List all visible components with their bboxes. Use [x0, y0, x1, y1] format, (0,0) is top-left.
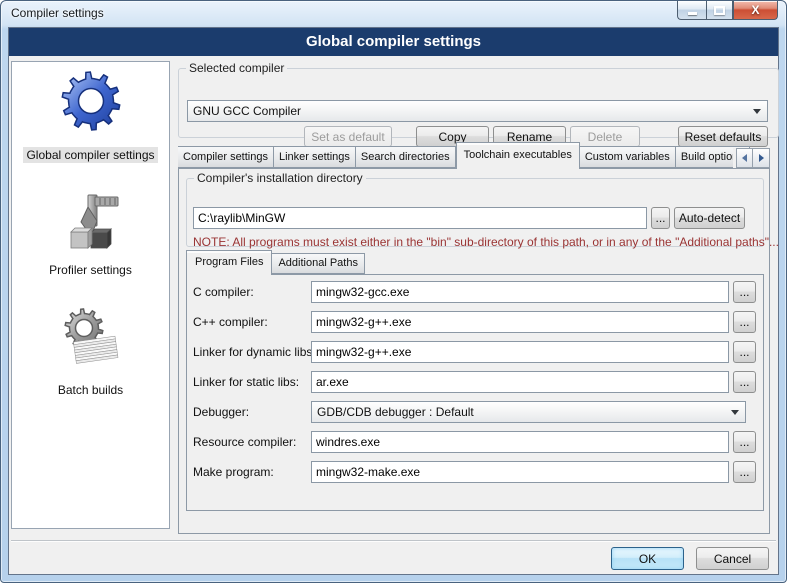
left-arrow-icon	[742, 154, 747, 162]
footer-separator	[11, 540, 776, 542]
sidebar-item-label: Batch builds	[55, 382, 126, 398]
footer-buttons: OK Cancel	[611, 547, 769, 570]
gear-stack-icon	[59, 307, 123, 371]
tab-custom-variables[interactable]: Custom variables	[580, 146, 676, 168]
minimize-button[interactable]	[677, 1, 706, 20]
linker-for-static-libs-input[interactable]	[311, 371, 729, 393]
install-dir-browse-button[interactable]: ...	[651, 207, 670, 229]
c-compiler-label: C++ compiler:	[193, 315, 311, 329]
subtab-additional-paths[interactable]: Additional Paths	[272, 253, 365, 274]
linker-for-dynamic-libs-browse-button[interactable]: ...	[733, 341, 756, 363]
auto-detect-button[interactable]: Auto-detect	[674, 207, 745, 229]
subtab-program-files[interactable]: Program Files	[186, 250, 272, 275]
selected-compiler-group: Selected compiler GNU GCC Compiler Set a…	[178, 61, 779, 138]
page-title: Global compiler settings	[9, 28, 778, 56]
sidebar: Global compiler settings Profiler setting…	[11, 61, 170, 529]
make-program-browse-button[interactable]: ...	[733, 461, 756, 483]
install-dir-legend: Compiler's installation directory	[194, 171, 366, 185]
caliper-icon	[58, 192, 122, 256]
tab-toolchain-executables[interactable]: Toolchain executables	[456, 142, 580, 169]
window-controls: X	[677, 1, 778, 20]
tab-linker-settings[interactable]: Linker settings	[274, 146, 356, 168]
debugger-select[interactable]: GDB/CDB debugger : Default	[311, 401, 746, 423]
compiler-select-value: GNU GCC Compiler	[193, 104, 301, 118]
compiler-select[interactable]: GNU GCC Compiler	[187, 100, 768, 122]
tab-compiler-settings[interactable]: Compiler settings	[178, 146, 274, 168]
linker-for-static-libs-browse-button[interactable]: ...	[733, 371, 756, 393]
c-compiler-browse-button[interactable]: ...	[733, 311, 756, 333]
sidebar-item-label: Profiler settings	[46, 262, 135, 278]
blue-gear-icon	[59, 68, 123, 132]
right-arrow-icon	[759, 154, 764, 162]
chevron-down-icon	[731, 410, 739, 415]
toolchain-rows: C compiler:...C++ compiler:...Linker for…	[186, 274, 764, 511]
field-row-c-compiler: C++ compiler:...	[193, 311, 756, 333]
debugger-label: Debugger:	[193, 405, 311, 419]
close-button[interactable]: X	[733, 1, 778, 20]
toolchain-panel: Compiler's installation directory ... Au…	[178, 168, 770, 534]
field-row-linker-for-dynamic-libs: Linker for dynamic libs:...	[193, 341, 756, 363]
install-dir-note: NOTE: All programs must exist either in …	[193, 235, 779, 249]
linker-for-static-libs-label: Linker for static libs:	[193, 375, 311, 389]
close-icon: X	[751, 4, 759, 16]
field-row-resource-compiler: Resource compiler:...	[193, 431, 756, 453]
window-title: Compiler settings	[11, 6, 104, 20]
make-program-input[interactable]	[311, 461, 729, 483]
field-row-make-program: Make program:...	[193, 461, 756, 483]
sidebar-item-batch-builds[interactable]: Batch builds	[55, 307, 126, 398]
program-files-tabstrip: Program FilesAdditional Paths	[186, 250, 365, 275]
sidebar-item-profiler-settings[interactable]: Profiler settings	[46, 192, 135, 278]
tab-scroll-left-button[interactable]	[736, 148, 753, 168]
minimize-icon	[688, 12, 697, 15]
field-row-linker-for-static-libs: Linker for static libs:...	[193, 371, 756, 393]
linker-for-dynamic-libs-input[interactable]	[311, 341, 729, 363]
install-dir-input[interactable]	[193, 207, 647, 229]
dialog-client-area: Global compiler settings Global compiler…	[8, 27, 779, 575]
chevron-down-icon	[753, 109, 761, 114]
ok-button[interactable]: OK	[611, 547, 684, 570]
resource-compiler-input[interactable]	[311, 431, 729, 453]
linker-for-dynamic-libs-label: Linker for dynamic libs:	[193, 345, 311, 359]
tab-scroll-controls	[733, 148, 770, 168]
resource-compiler-browse-button[interactable]: ...	[733, 431, 756, 453]
window-titlebar[interactable]: Compiler settings X	[0, 0, 787, 27]
field-row-c-compiler: C compiler:...	[193, 281, 756, 303]
sidebar-item-global-compiler-settings[interactable]: Global compiler settings	[23, 68, 157, 163]
c-compiler-label: C compiler:	[193, 285, 311, 299]
tab-scroll-right-button[interactable]	[753, 148, 770, 168]
main-tabstrip: Compiler settingsLinker settingsSearch d…	[178, 142, 770, 169]
debugger-select-value: GDB/CDB debugger : Default	[317, 405, 474, 419]
install-dir-group: Compiler's installation directory ... Au…	[186, 171, 764, 247]
c-compiler-input[interactable]	[311, 281, 729, 303]
c-compiler-input[interactable]	[311, 311, 729, 333]
field-row-debugger: Debugger: GDB/CDB debugger : Default	[193, 401, 756, 423]
compiler-settings-window: Compiler settings X Global compiler sett…	[0, 0, 787, 583]
resource-compiler-label: Resource compiler:	[193, 435, 311, 449]
tab-search-directories[interactable]: Search directories	[356, 146, 456, 168]
cancel-button[interactable]: Cancel	[696, 547, 769, 570]
make-program-label: Make program:	[193, 465, 311, 479]
maximize-icon	[714, 6, 725, 15]
maximize-button[interactable]	[706, 1, 733, 20]
selected-compiler-legend: Selected compiler	[186, 61, 287, 75]
c-compiler-browse-button[interactable]: ...	[733, 281, 756, 303]
sidebar-item-label: Global compiler settings	[23, 147, 157, 163]
